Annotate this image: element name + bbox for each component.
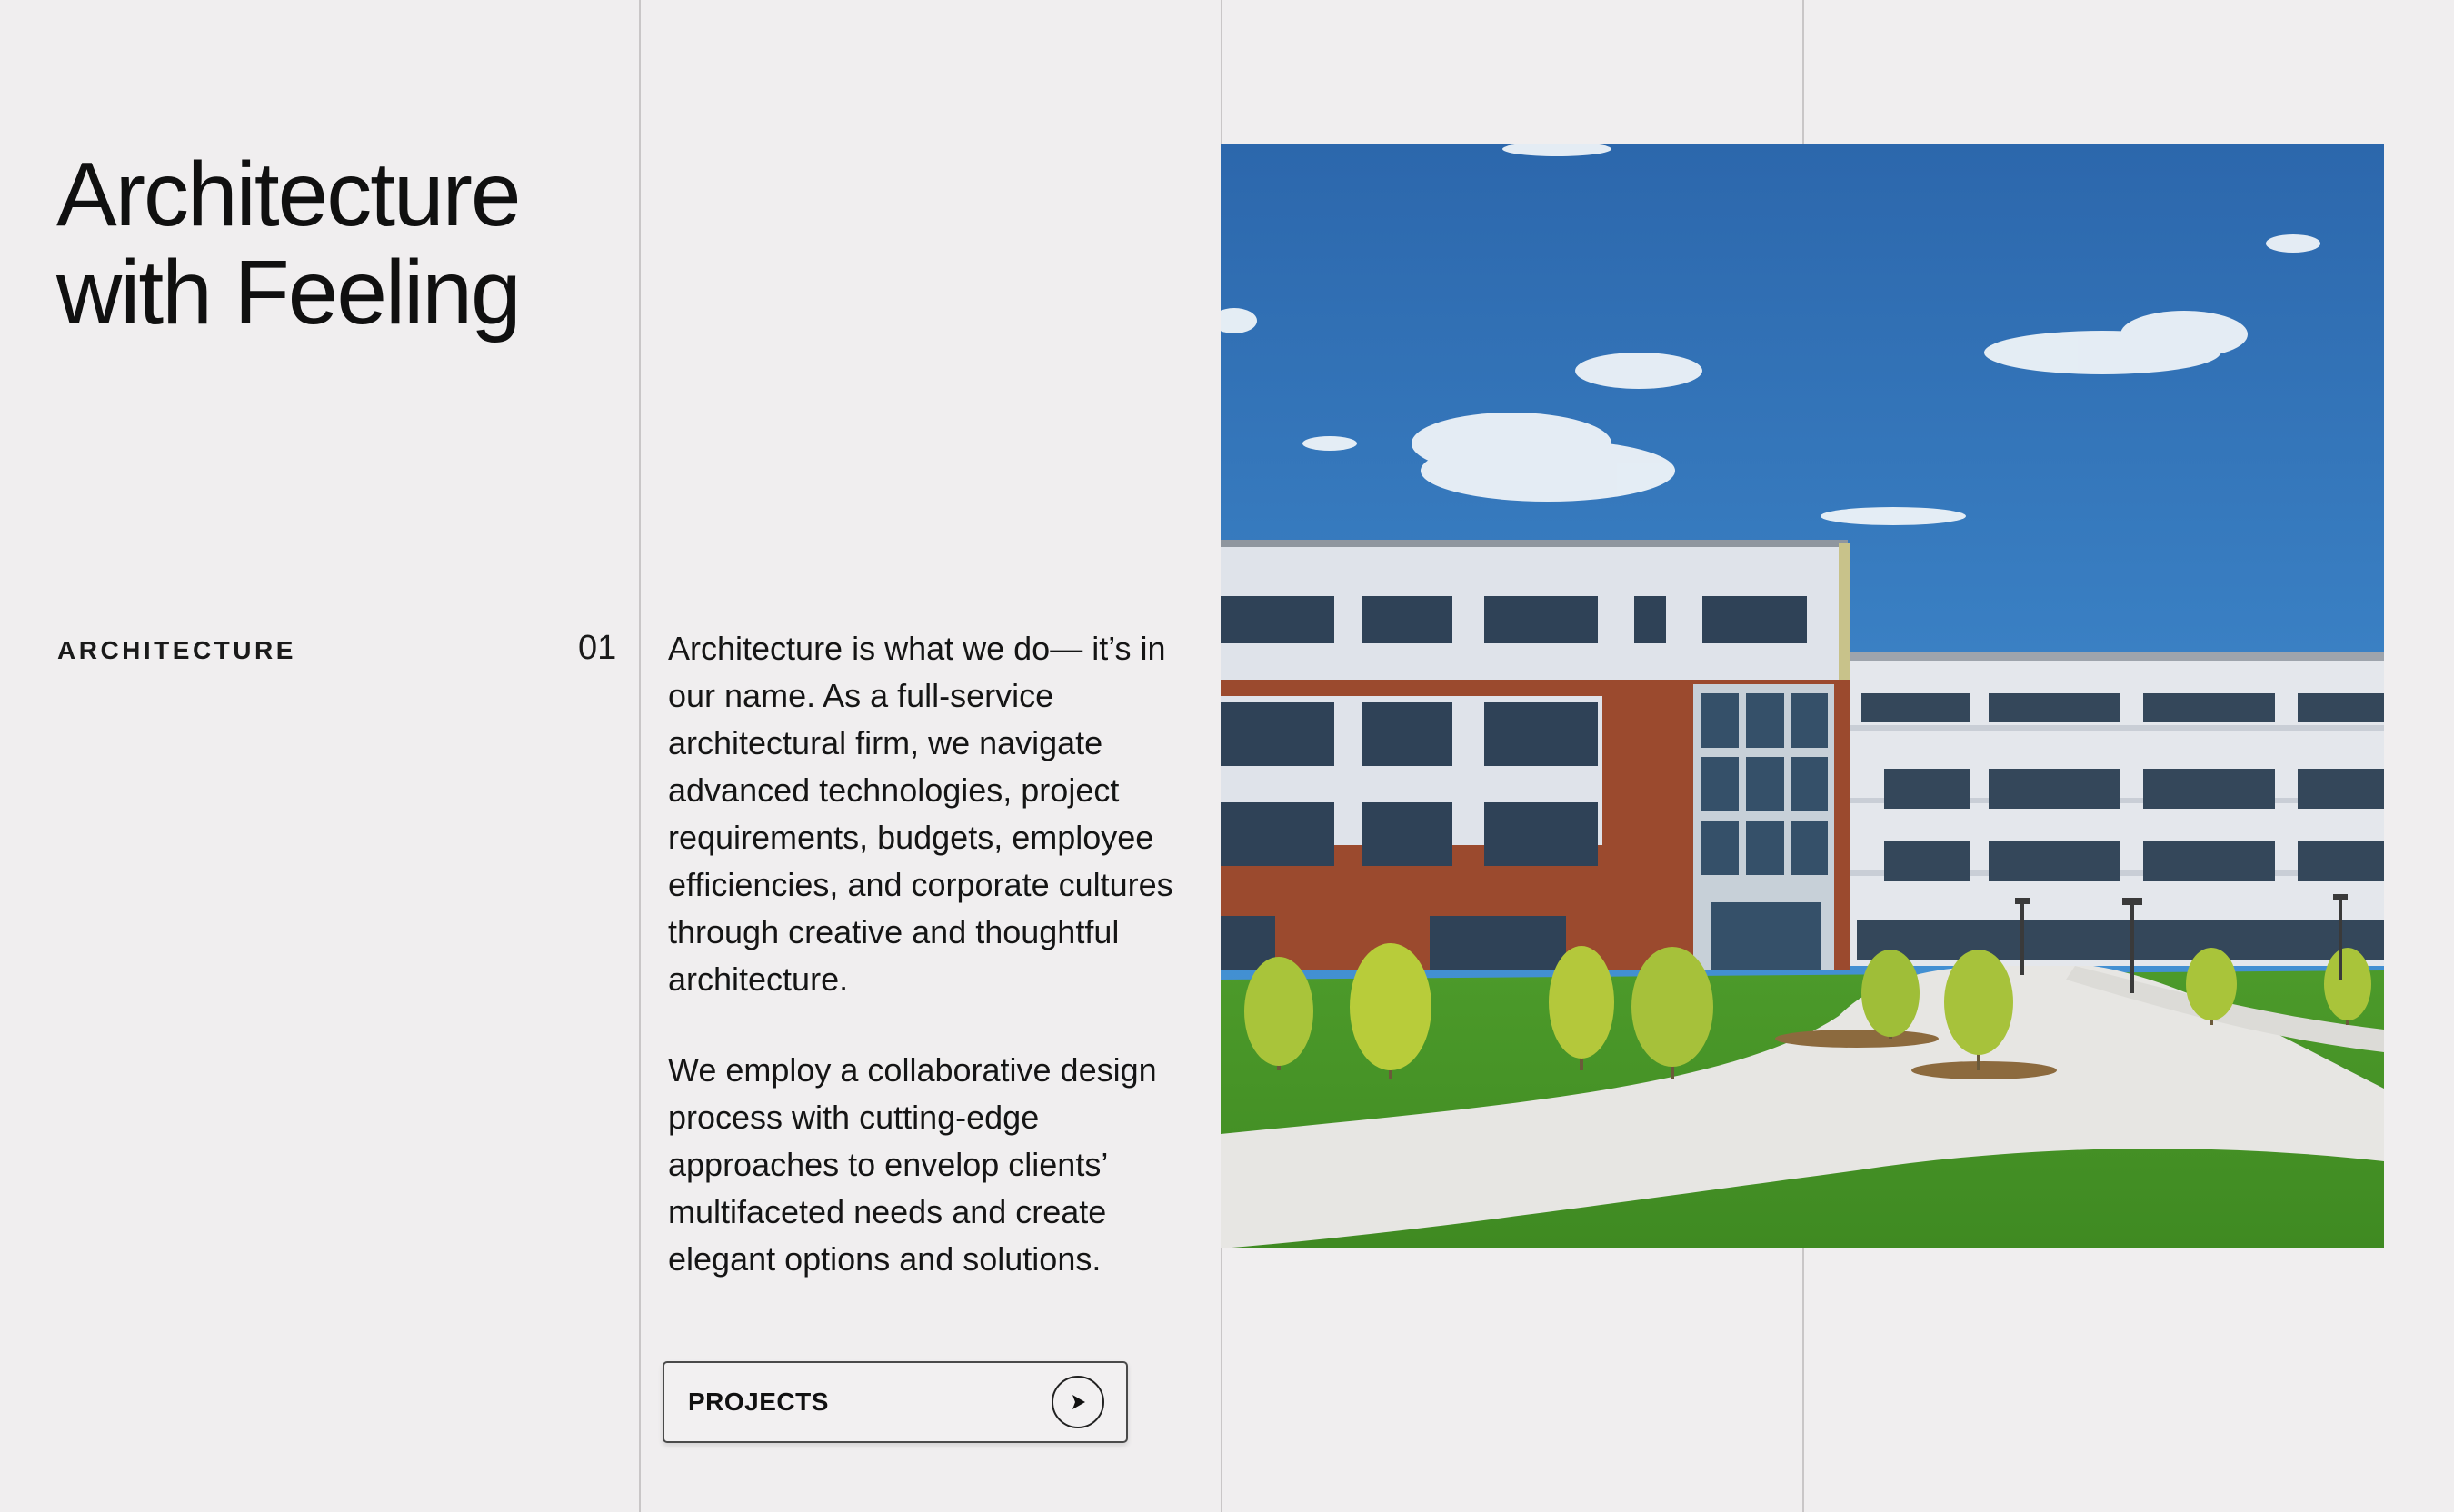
section-label: ARCHITECTURE: [57, 636, 296, 664]
title-line-1: Architecture: [56, 144, 522, 245]
arrow-right-icon: [1052, 1376, 1104, 1428]
body-paragraph-2: We employ a collaborative design process…: [668, 1051, 1157, 1278]
section-number: 01: [578, 629, 617, 667]
projects-button[interactable]: PROJECTS: [663, 1361, 1128, 1443]
grid-line-1: [639, 0, 641, 1512]
projects-button-label: PROJECTS: [688, 1388, 829, 1416]
page-title: Architecture with Feeling: [56, 145, 638, 342]
body-copy: Architecture is what we do— it’s in our …: [668, 625, 1186, 1283]
building-photo: [1221, 144, 2384, 1248]
body-paragraph-1: Architecture is what we do— it’s in our …: [668, 630, 1173, 998]
title-line-2: with Feeling: [56, 242, 522, 343]
